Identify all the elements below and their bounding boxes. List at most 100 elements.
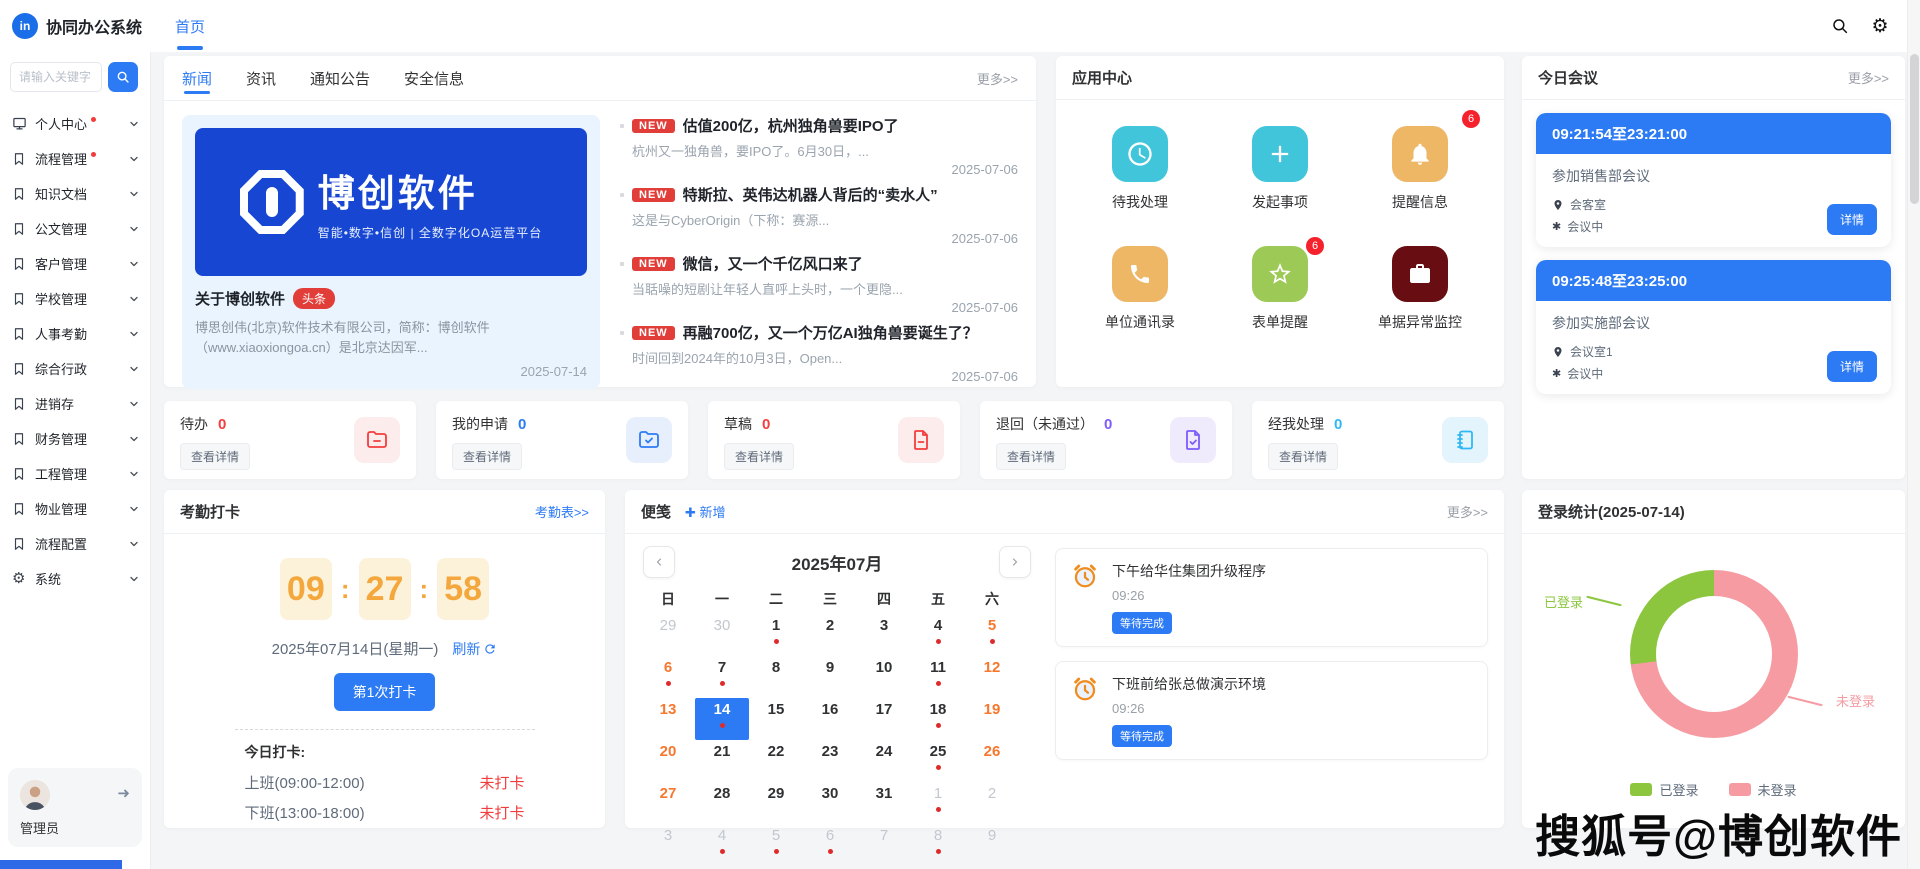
calendar-day[interactable]: 24: [857, 740, 911, 782]
sidebar-item-official-docs[interactable]: 公文管理: [0, 211, 150, 246]
sidebar-item-school-management[interactable]: 学校管理: [0, 281, 150, 316]
calendar-next-button[interactable]: [998, 546, 1031, 578]
featured-news[interactable]: 博创软件 智能•数字•信创 | 全数字化OA运营平台 关于博创软件 头条 博思创…: [182, 115, 600, 390]
calendar-day[interactable]: 22: [749, 740, 803, 782]
calendar-day[interactable]: 3: [641, 824, 695, 866]
calendar-day[interactable]: 29: [641, 614, 695, 656]
sidebar-item-hr-attendance[interactable]: 人事考勤: [0, 316, 150, 351]
calendar-day[interactable]: 5: [749, 824, 803, 866]
meeting-detail-button[interactable]: 详情: [1826, 351, 1877, 382]
news-tab-info[interactable]: 资讯: [246, 56, 276, 100]
view-details-button[interactable]: 查看详情: [996, 443, 1067, 470]
news-item[interactable]: NEW 微信，又一个千亿风口来了 当聒噪的短剧让年轻人直呼上头时，一个更隐... …: [620, 253, 1018, 315]
sidebar-item-engineering[interactable]: 工程管理: [0, 456, 150, 491]
calendar-day[interactable]: 1: [749, 614, 803, 656]
view-details-button[interactable]: 查看详情: [1268, 443, 1339, 470]
calendar-day[interactable]: 15: [749, 698, 803, 740]
punch-clock-button[interactable]: 第1次打卡: [333, 673, 436, 711]
calendar-day[interactable]: 1: [911, 782, 965, 824]
search-button[interactable]: [108, 62, 138, 92]
view-details-button[interactable]: 查看详情: [180, 443, 251, 470]
calendar-day[interactable]: 8: [911, 824, 965, 866]
calendar-day[interactable]: 13: [641, 698, 695, 740]
calendar-day[interactable]: 8: [749, 656, 803, 698]
app-reminders[interactable]: 6 提醒信息: [1350, 110, 1490, 212]
view-details-button[interactable]: 查看详情: [724, 443, 795, 470]
note-item[interactable]: 下班前给张总做演示环境 09:26 等待完成: [1055, 661, 1488, 760]
calendar-day[interactable]: 6: [641, 656, 695, 698]
legend-logged-in[interactable]: 已登录: [1630, 780, 1699, 799]
calendar-day[interactable]: 30: [695, 614, 749, 656]
arrow-right-icon[interactable]: ➜: [117, 784, 130, 802]
app-initiate-item[interactable]: 发起事项: [1210, 126, 1350, 212]
sidebar-item-system[interactable]: ⚙ 系统: [0, 561, 150, 596]
calendar-day[interactable]: 7: [857, 824, 911, 866]
calendar-day[interactable]: 6: [803, 824, 857, 866]
scrollbar-thumb[interactable]: [1910, 54, 1919, 204]
search-icon[interactable]: [1830, 16, 1850, 36]
calendar-prev-button[interactable]: [643, 546, 675, 578]
news-tab-security[interactable]: 安全信息: [404, 56, 464, 100]
calendar-day[interactable]: 4: [911, 614, 965, 656]
calendar-day[interactable]: 10: [857, 656, 911, 698]
sidebar-item-knowledge-docs[interactable]: 知识文档: [0, 176, 150, 211]
calendar-day[interactable]: 29: [749, 782, 803, 824]
sidebar-item-process-config[interactable]: 流程配置: [0, 526, 150, 561]
sidebar-item-inventory[interactable]: 进销存: [0, 386, 150, 421]
calendar-day[interactable]: 28: [695, 782, 749, 824]
note-item[interactable]: 下午给华住集团升级程序 09:26 等待完成: [1055, 548, 1488, 647]
calendar-day[interactable]: 27: [641, 782, 695, 824]
calendar-day[interactable]: 4: [695, 824, 749, 866]
meetings-more-link[interactable]: 更多>>: [1848, 68, 1889, 87]
calendar-day[interactable]: 26: [965, 740, 1019, 782]
app-form-reminders[interactable]: 6 表单提醒: [1210, 237, 1350, 332]
calendar-day[interactable]: 7: [695, 656, 749, 698]
sidebar-item-customer-management[interactable]: 客户管理: [0, 246, 150, 281]
calendar-day[interactable]: 12: [965, 656, 1019, 698]
calendar-day[interactable]: 9: [965, 824, 1019, 866]
calendar-day[interactable]: 23: [803, 740, 857, 782]
gear-icon[interactable]: ⚙: [1870, 16, 1890, 36]
news-item[interactable]: NEW 再融700亿，又一个万亿AI独角兽要诞生了？ 时间回到2024年的10月3…: [620, 322, 1018, 384]
calendar-day[interactable]: 30: [803, 782, 857, 824]
calendar-day[interactable]: 5: [965, 614, 1019, 656]
refresh-link[interactable]: 刷新: [452, 639, 497, 659]
view-details-button[interactable]: 查看详情: [452, 443, 523, 470]
meeting-detail-button[interactable]: 详情: [1826, 204, 1877, 235]
tab-home[interactable]: 首页: [173, 10, 207, 50]
news-item[interactable]: NEW 估值200亿，杭州独角兽要IPO了 杭州又一独角兽，要IPO了。6月30日…: [620, 115, 1018, 177]
calendar-day[interactable]: 18: [911, 698, 965, 740]
calendar-day[interactable]: 25: [911, 740, 965, 782]
app-pending-tasks[interactable]: 待我处理: [1070, 126, 1210, 212]
calendar-day[interactable]: 17: [857, 698, 911, 740]
search-input[interactable]: [10, 62, 102, 92]
news-more-link[interactable]: 更多>>: [977, 69, 1018, 88]
calendar-day[interactable]: 21: [695, 740, 749, 782]
add-note-link[interactable]: ✚ 新增: [685, 502, 726, 521]
calendar-day[interactable]: 20: [641, 740, 695, 782]
calendar-day[interactable]: 2: [803, 614, 857, 656]
calendar-day[interactable]: 2: [965, 782, 1019, 824]
sidebar-item-property[interactable]: 物业管理: [0, 491, 150, 526]
calendar-day[interactable]: 19: [965, 698, 1019, 740]
news-tab-notice[interactable]: 通知公告: [310, 56, 370, 100]
sidebar-item-personal-center[interactable]: 个人中心: [0, 106, 150, 141]
user-card[interactable]: ➜ 管理员: [8, 768, 142, 847]
notes-more-link[interactable]: 更多>>: [1447, 502, 1488, 521]
sidebar-item-admin-affairs[interactable]: 综合行政: [0, 351, 150, 386]
scrollbar-track[interactable]: [1907, 0, 1920, 869]
app-directory[interactable]: 单位通讯录: [1070, 246, 1210, 332]
calendar-day[interactable]: 11: [911, 656, 965, 698]
attendance-sheet-link[interactable]: 考勤表>>: [535, 502, 589, 521]
news-tab-news[interactable]: 新闻: [182, 56, 212, 100]
app-anomaly-monitor[interactable]: 单据异常监控: [1350, 246, 1490, 332]
calendar-day[interactable]: 9: [803, 656, 857, 698]
calendar-day[interactable]: 16: [803, 698, 857, 740]
sidebar-item-process-management[interactable]: 流程管理: [0, 141, 150, 176]
calendar-day[interactable]: 3: [857, 614, 911, 656]
calendar-day[interactable]: 31: [857, 782, 911, 824]
news-item[interactable]: NEW 特斯拉、英伟达机器人背后的“卖水人” 这是与CyberOrigin（下称：…: [620, 184, 1018, 246]
legend-not-logged-in[interactable]: 未登录: [1728, 780, 1797, 799]
sidebar-item-finance[interactable]: 财务管理: [0, 421, 150, 456]
calendar-day[interactable]: 14: [695, 698, 749, 740]
